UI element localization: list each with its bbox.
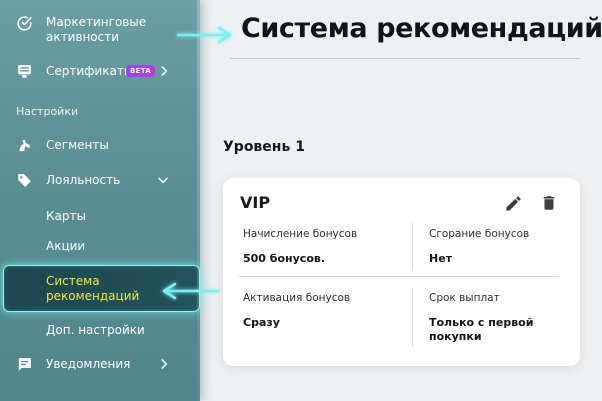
sidebar-item-recommendation-system[interactable]: Система рекомендаций: [3, 265, 200, 312]
section-title-settings: Настройки: [16, 105, 79, 118]
field-label-activation: Активация бонусов: [243, 292, 351, 304]
chevron-down-icon[interactable]: [156, 173, 170, 187]
sidebar-subitem-promotions[interactable]: Акции: [46, 239, 85, 253]
tag-icon: [15, 171, 33, 189]
field-value-activation: Сразу: [243, 316, 280, 329]
sidebar-item-label: Маркетинговые активности: [46, 15, 147, 44]
sidebar-item-label: Сертификаты: [46, 64, 134, 78]
segments-icon: [15, 136, 33, 154]
sidebar-item-segments[interactable]: Сегменты: [0, 136, 200, 154]
column-divider: [412, 223, 413, 269]
level-title: Уровень 1: [223, 139, 305, 155]
sidebar-item-label: Уведомления: [46, 357, 131, 371]
chevron-right-icon[interactable]: [157, 357, 171, 371]
delete-icon[interactable]: [539, 193, 559, 213]
edit-icon[interactable]: [503, 193, 523, 213]
row-divider: [239, 276, 559, 277]
sidebar-subitem-extra-settings[interactable]: Доп. настройки: [46, 323, 145, 337]
message-icon: [15, 355, 33, 373]
field-label-accrual: Начисление бонусов: [243, 228, 358, 240]
sidebar-item-label: Сегменты: [46, 138, 109, 152]
sidebar-subitem-cards[interactable]: Карты: [46, 209, 86, 223]
field-value-expiry: Нет: [429, 252, 453, 265]
sidebar: Маркетинговые активности Сертификаты BET…: [0, 0, 200, 401]
sidebar-item-loyalty[interactable]: Лояльность: [0, 171, 200, 189]
beta-badge: BETA: [126, 65, 155, 77]
sidebar-item-marketing[interactable]: Маркетинговые активности: [0, 14, 200, 48]
field-label-expiry: Сгорание бонусов: [429, 228, 530, 240]
card-title: VIP: [240, 193, 271, 212]
sidebar-item-notifications[interactable]: Уведомления: [0, 355, 200, 373]
check-circle-icon: [15, 14, 33, 32]
level-card: VIP Начисление бонусов 500 бонусов. Сгор…: [223, 178, 580, 366]
page-title: Система рекомендаций: [241, 13, 602, 44]
column-divider: [412, 288, 413, 346]
monitor-icon: [15, 62, 33, 80]
sidebar-item-label: Лояльность: [46, 173, 121, 187]
chevron-right-icon[interactable]: [157, 64, 171, 78]
field-label-payout-term: Срок выплат: [429, 292, 500, 304]
field-value-accrual: 500 бонусов.: [243, 252, 326, 265]
sidebar-item-certificates[interactable]: Сертификаты BETA: [0, 62, 200, 80]
sidebar-item-label: Система рекомендаций: [46, 274, 140, 303]
field-value-payout-term: Только с первой покупки: [429, 316, 534, 343]
title-divider: [230, 58, 580, 59]
